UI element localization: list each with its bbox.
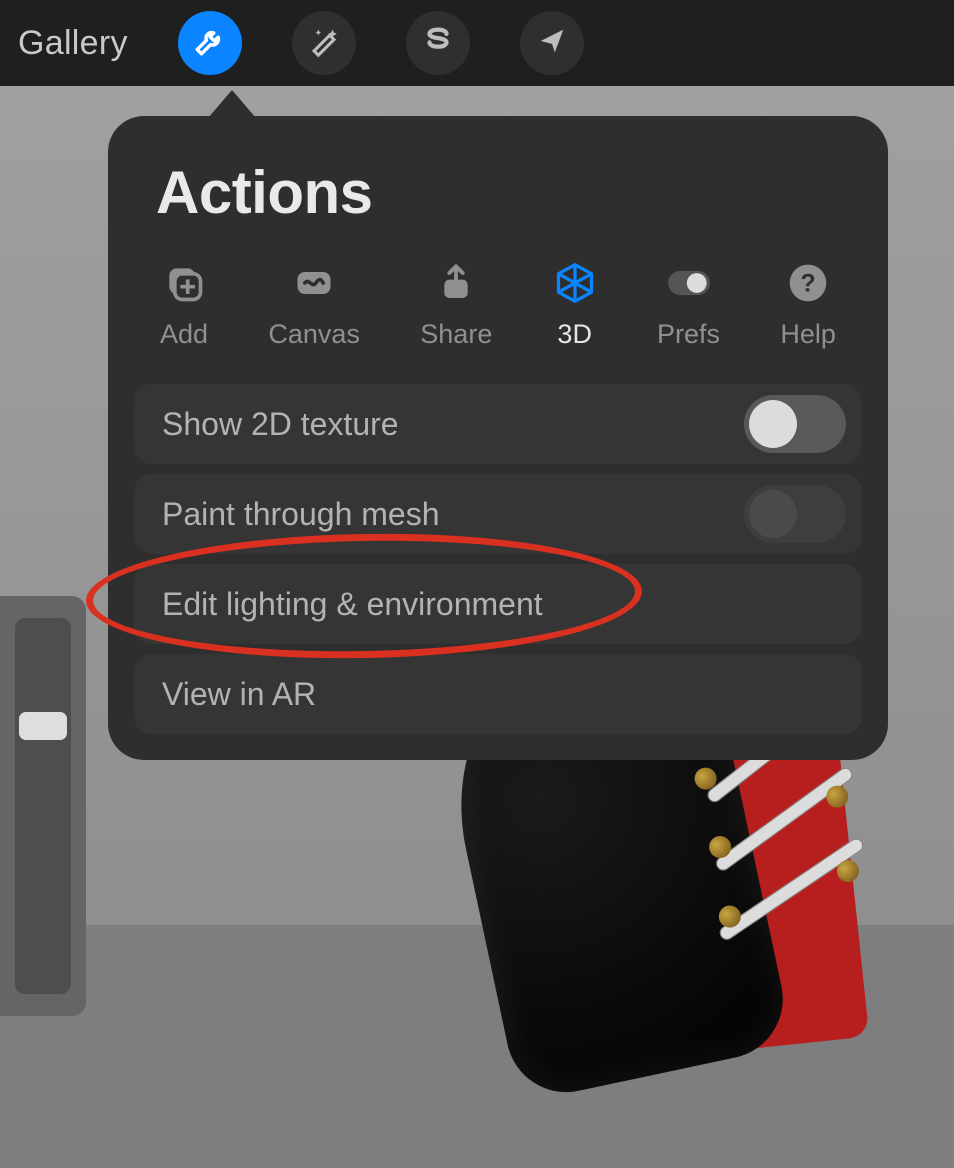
row-label: View in AR: [162, 676, 316, 713]
selection-toolbar-button[interactable]: [406, 11, 470, 75]
s-ribbon-icon: [421, 24, 455, 63]
toolbar-icon-row: [178, 11, 584, 75]
canvas-icon: [292, 261, 336, 305]
row-show-2d-texture[interactable]: Show 2D texture: [134, 384, 862, 464]
tab-prefs[interactable]: Prefs: [657, 261, 720, 350]
pointer-arrow-icon: [535, 24, 569, 63]
add-icon: [162, 261, 206, 305]
actions-toolbar-button[interactable]: [178, 11, 242, 75]
share-icon: [434, 261, 478, 305]
actions-tab-bar: Add Canvas Share: [134, 261, 862, 384]
transform-toolbar-button[interactable]: [520, 11, 584, 75]
help-icon: ?: [786, 261, 830, 305]
tab-label: Canvas: [268, 319, 360, 350]
slider-thumb[interactable]: [19, 712, 67, 740]
tab-add[interactable]: Add: [160, 261, 208, 350]
popover-title: Actions: [134, 158, 862, 227]
row-label: Paint through mesh: [162, 496, 440, 533]
tab-3d[interactable]: 3D: [553, 261, 597, 350]
sparkle-wand-icon: [307, 24, 341, 63]
popover-arrow: [208, 90, 256, 118]
tab-canvas[interactable]: Canvas: [268, 261, 360, 350]
row-label: Show 2D texture: [162, 406, 399, 443]
toggle-show-2d-texture[interactable]: [744, 395, 846, 453]
svg-text:?: ?: [801, 269, 816, 297]
gallery-link[interactable]: Gallery: [18, 24, 128, 63]
tab-label: Add: [160, 319, 208, 350]
adjustments-toolbar-button[interactable]: [292, 11, 356, 75]
main-toolbar: Gallery: [0, 0, 954, 86]
tab-label: Help: [780, 319, 836, 350]
tab-help[interactable]: ? Help: [780, 261, 836, 350]
row-edit-lighting-environment[interactable]: Edit lighting & environment: [134, 564, 862, 644]
row-label: Edit lighting & environment: [162, 586, 543, 623]
row-view-in-ar[interactable]: View in AR: [134, 654, 862, 734]
wrench-icon: [193, 24, 227, 63]
tab-share[interactable]: Share: [420, 261, 492, 350]
popover-panel: Actions Add: [108, 116, 888, 760]
brush-size-slider[interactable]: [0, 596, 86, 1016]
toggle-icon: [667, 261, 711, 305]
tab-label: 3D: [557, 319, 592, 350]
options-list: Show 2D texture Paint through mesh Edit …: [134, 384, 862, 734]
toggle-paint-through-mesh[interactable]: [744, 485, 846, 543]
actions-popover: Actions Add: [108, 90, 888, 760]
row-paint-through-mesh[interactable]: Paint through mesh: [134, 474, 862, 554]
cube-icon: [553, 261, 597, 305]
tab-label: Prefs: [657, 319, 720, 350]
slider-track[interactable]: [15, 618, 71, 994]
tab-label: Share: [420, 319, 492, 350]
